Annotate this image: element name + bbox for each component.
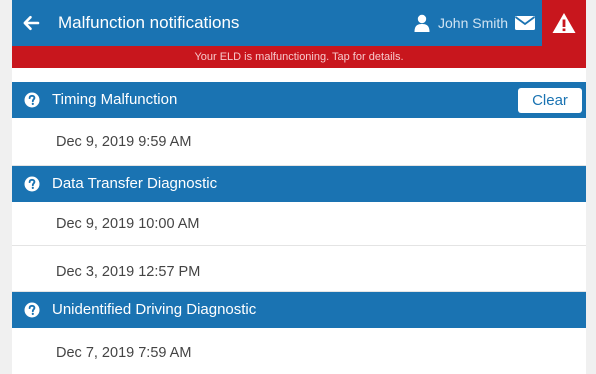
question-circle-icon[interactable] (24, 92, 40, 108)
envelope-icon (514, 16, 536, 30)
question-circle-icon[interactable] (24, 176, 40, 192)
group-title: Data Transfer Diagnostic (52, 175, 218, 192)
entry-timestamp: Dec 3, 2019 12:57 PM (56, 264, 201, 280)
app-frame: Malfunction notifications John Smith You… (12, 0, 586, 374)
user-menu[interactable]: John Smith (414, 10, 508, 36)
group-title: Unidentified Driving Diagnostic (52, 301, 257, 318)
group-header-unidentified-driving-diagnostic: Unidentified Driving Diagnostic (12, 292, 586, 328)
group-title: Timing Malfunction (52, 91, 178, 108)
list-item[interactable]: Dec 9, 2019 9:59 AM (12, 118, 586, 166)
entry-timestamp: Dec 9, 2019 9:59 AM (56, 134, 192, 150)
clear-button[interactable]: Clear (518, 88, 582, 113)
malfunction-banner[interactable]: Your ELD is malfunctioning. Tap for deta… (12, 46, 586, 68)
page-title: Malfunction notifications (58, 13, 240, 32)
entry-timestamp: Dec 9, 2019 10:00 AM (56, 216, 200, 232)
group-header-data-transfer-diagnostic: Data Transfer Diagnostic (12, 166, 586, 202)
messages-button[interactable] (514, 13, 536, 33)
top-bar: Malfunction notifications John Smith (12, 0, 586, 46)
warning-triangle-icon (552, 13, 576, 33)
arrow-left-icon (23, 15, 40, 31)
user-icon (414, 14, 430, 32)
back-button[interactable] (18, 10, 44, 36)
entry-timestamp: Dec 7, 2019 7:59 AM (56, 345, 192, 361)
user-name: John Smith (438, 15, 509, 31)
group-header-timing-malfunction: Timing Malfunction Clear (12, 82, 586, 118)
list-item[interactable]: Dec 3, 2019 12:57 PM (12, 246, 586, 292)
list-item[interactable]: Dec 7, 2019 7:59 AM (12, 328, 586, 374)
list-item[interactable]: Dec 9, 2019 10:00 AM (12, 202, 586, 246)
question-circle-icon[interactable] (24, 302, 40, 318)
alert-button[interactable] (542, 0, 586, 46)
